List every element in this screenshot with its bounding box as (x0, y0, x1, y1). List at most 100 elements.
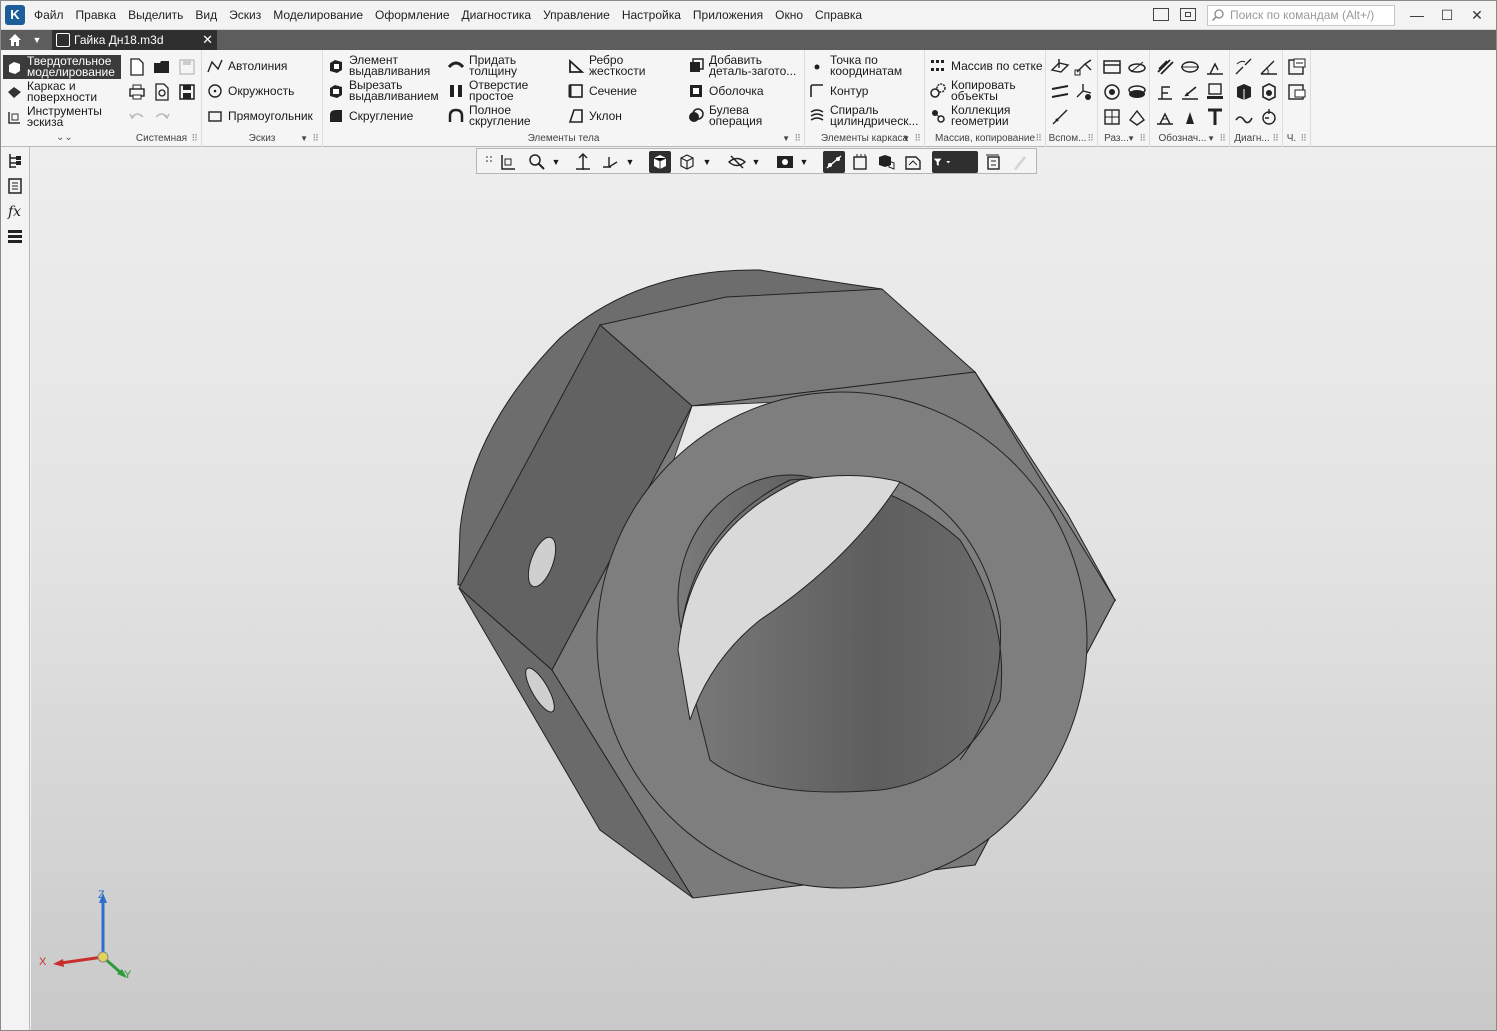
contour-button[interactable]: Контур (808, 79, 868, 103)
group-designations-label[interactable]: Обознач... ▼ ⠿ (1150, 132, 1229, 145)
layers-menu-icon[interactable] (5, 226, 25, 246)
visibility-icon[interactable] (774, 151, 796, 173)
menu-file[interactable]: Файл (34, 8, 64, 22)
parameters-icon[interactable] (982, 151, 1004, 173)
close-button[interactable]: ✕ (1462, 5, 1492, 25)
menu-diagnostics[interactable]: Диагностика (462, 8, 532, 22)
nut-model[interactable] (31, 147, 1497, 1031)
table-dimension-icon[interactable] (1101, 106, 1123, 128)
draft-button[interactable]: Уклон (567, 104, 622, 128)
wireframe-mode-icon[interactable] (676, 151, 698, 173)
autoline-button[interactable]: Автолиния (206, 54, 287, 78)
app-logo-icon[interactable]: K (5, 5, 25, 25)
part-properties-icon[interactable] (1286, 56, 1308, 78)
thicken-button[interactable]: Придать толщину (447, 54, 529, 78)
tab-document[interactable]: Гайка Дн18.m3d ✕ (52, 30, 217, 50)
group-sketch-label[interactable]: Эскиз ▼ ⠿ (202, 132, 322, 145)
mode-solid-modeling[interactable]: Твердотельное моделирование (3, 55, 121, 79)
filter-icon[interactable] (932, 151, 978, 173)
menu-manage[interactable]: Управление (543, 8, 610, 22)
grid-array-button[interactable]: Массив по сетке (929, 54, 1043, 78)
preview-icon[interactable] (151, 81, 173, 103)
group-dimensions-label[interactable]: Раз... ▼ ⠿ (1098, 132, 1149, 145)
point-by-coords-button[interactable]: Точка по координатам (808, 54, 914, 78)
expand-modes-icon[interactable]: ⌄⌄ (56, 132, 73, 143)
rib-button[interactable]: Ребро жесткости (567, 54, 649, 78)
save-icon[interactable] (176, 56, 198, 78)
redo-icon[interactable] (151, 106, 173, 128)
menu-apps[interactable]: Приложения (693, 8, 763, 22)
aux-plane-icon[interactable] (1049, 56, 1071, 78)
home-icon[interactable] (3, 31, 27, 49)
eraser-icon[interactable] (1008, 151, 1030, 173)
home-dropdown-icon[interactable]: ▼ (28, 31, 46, 49)
aux-line-icon[interactable] (1049, 106, 1071, 128)
zoom-icon[interactable] (525, 151, 547, 173)
undo-icon[interactable] (126, 106, 148, 128)
text-icon[interactable] (1204, 106, 1226, 128)
fillet-button[interactable]: Скругление (327, 104, 413, 128)
extrude-button[interactable]: Элемент выдавливания (327, 54, 431, 78)
menu-edit[interactable]: Правка (76, 8, 117, 22)
menu-settings[interactable]: Настройка (622, 8, 681, 22)
hole-button[interactable]: Отверстие простое (447, 79, 531, 103)
shaded-mode-icon[interactable] (649, 151, 671, 173)
menu-select[interactable]: Выделить (128, 8, 183, 22)
open-folder-icon[interactable] (151, 56, 173, 78)
shell-button[interactable]: Оболочка (687, 79, 764, 103)
rotate-icon[interactable] (572, 151, 594, 173)
boolean-button[interactable]: Булева операция (687, 104, 769, 128)
properties-panel-icon[interactable] (5, 176, 25, 196)
layout-toggle-icon[interactable] (1180, 8, 1196, 21)
add-blank-button[interactable]: Добавить деталь-загото... (687, 54, 801, 78)
hide-dropdown-icon[interactable]: ▼ (751, 157, 761, 167)
aux-axis-icon[interactable] (1073, 56, 1095, 78)
zoom-dropdown-icon[interactable]: ▼ (551, 157, 561, 167)
geometry-collection-button[interactable]: Коллекция геометрии (929, 104, 1031, 128)
menu-modeling[interactable]: Моделирование (273, 8, 363, 22)
check-collisions-icon[interactable] (1258, 81, 1280, 103)
arc-dimension-icon[interactable] (1126, 106, 1148, 128)
hide-icon[interactable] (726, 151, 748, 173)
circle-button[interactable]: Окружность (206, 79, 294, 103)
section-view-icon[interactable] (849, 151, 871, 173)
leader-icon[interactable] (1154, 81, 1176, 103)
spiral-button[interactable]: Спираль цилиндрическ... (808, 104, 922, 128)
aux-offset-plane-icon[interactable] (1049, 81, 1071, 103)
3d-viewport[interactable]: ▼ ▼ ▼ ▼ ▼ Z X Y (31, 147, 1497, 1031)
tab-close-icon[interactable]: ✕ (202, 30, 213, 50)
cut-extrude-button[interactable]: Вырезать выдавливанием (327, 79, 441, 103)
mass-properties-icon[interactable] (1233, 81, 1255, 103)
rectangle-button[interactable]: Прямоугольник (206, 104, 313, 128)
orientation-icon[interactable] (497, 151, 519, 173)
measure-distance-icon[interactable] (1233, 56, 1255, 78)
measure-angle-icon[interactable] (1258, 56, 1280, 78)
base-icon[interactable] (1154, 106, 1176, 128)
exploded-view-icon[interactable] (875, 151, 897, 173)
weld-icon[interactable] (1179, 106, 1201, 128)
snap-icon[interactable] (823, 151, 845, 173)
variables-fx-icon[interactable]: fx (5, 201, 25, 221)
new-document-icon[interactable] (126, 56, 148, 78)
minimize-button[interactable]: — (1402, 5, 1432, 25)
menu-window[interactable]: Окно (775, 8, 803, 22)
save-all-icon[interactable] (176, 81, 198, 103)
visibility-dropdown-icon[interactable]: ▼ (799, 157, 809, 167)
linear-dimension-icon[interactable] (1101, 56, 1123, 78)
command-search-input[interactable]: Поиск по командам (Alt+/) (1207, 5, 1395, 26)
radial-dimension-icon[interactable] (1101, 81, 1123, 103)
datum-icon[interactable] (1179, 81, 1201, 103)
display-settings-icon[interactable] (902, 151, 924, 173)
display-mode-dropdown-icon[interactable]: ▼ (702, 157, 712, 167)
maximize-button[interactable]: ☐ (1432, 5, 1462, 25)
mode-sketch-tools[interactable]: Инструменты эскиза (3, 105, 121, 129)
roughness-icon[interactable] (1204, 56, 1226, 78)
menu-sketch[interactable]: Эскиз (229, 8, 261, 22)
tolerance-icon[interactable] (1204, 81, 1226, 103)
menu-help[interactable]: Справка (815, 8, 862, 22)
copy-objects-button[interactable]: Копировать объекты (929, 79, 1031, 103)
full-fillet-button[interactable]: Полное скругление (447, 104, 539, 128)
deviation-icon[interactable] (1233, 106, 1255, 128)
center-mark-icon[interactable] (1179, 56, 1201, 78)
angular-dimension-icon[interactable] (1126, 81, 1148, 103)
